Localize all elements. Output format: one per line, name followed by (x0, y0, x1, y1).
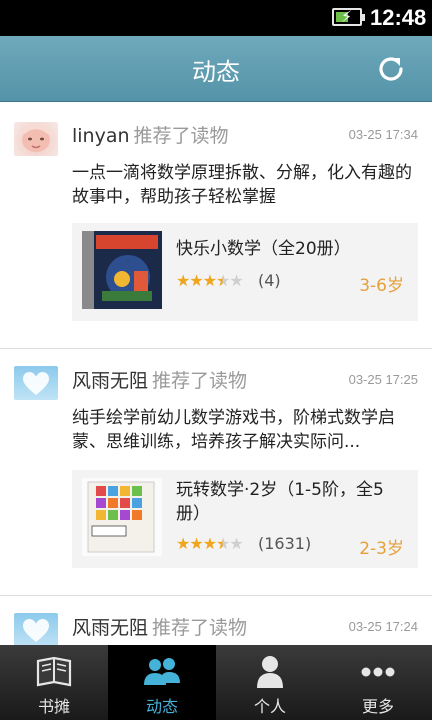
feed-item[interactable]: 风雨无阻 推荐了读物 03-25 17:24 (0, 597, 432, 645)
user-name-row: linyan 推荐了读物 (72, 121, 229, 148)
user-name-row: 风雨无阻 推荐了读物 (72, 366, 247, 393)
book-card[interactable]: 玩转数学·2岁（1-5阶，全5册） ★★★★★ (1631) 2-3岁 (72, 470, 418, 568)
empty-star-icon: ★ (229, 271, 243, 290)
rating-count: (1631) (258, 534, 312, 553)
battery-icon: ⚡ (332, 7, 365, 26)
tab-label: 更多 (361, 697, 394, 716)
star-icon: ★ (202, 534, 217, 553)
person-icon (257, 656, 283, 688)
book-card[interactable]: 快乐小数学（全20册） ★★★★★ (4) 3-6岁 (72, 223, 418, 321)
tab-activity[interactable]: 动态 (108, 645, 216, 720)
star-icon: ★ (189, 271, 203, 290)
status-bar: ⚡ 12:48 (0, 0, 432, 36)
feed-item[interactable]: 风雨无阻 推荐了读物 03-25 17:25 纯手绘学前幼儿数学游戏书，阶梯式数学… (0, 350, 432, 596)
book-title[interactable]: 快乐小数学（全20册） (176, 237, 396, 261)
user-name[interactable]: 风雨无阻 (72, 370, 148, 392)
action-text: 推荐了读物 (152, 617, 248, 639)
status-clock: 12:48 (370, 5, 427, 30)
user-name[interactable]: linyan (72, 125, 130, 147)
activity-feed[interactable]: linyan 推荐了读物 03-25 17:34 一点一滴将数学原理拆散、分解，化… (0, 103, 432, 645)
title-bar: 动态 (0, 36, 432, 102)
tab-profile[interactable]: 个人 (216, 645, 324, 720)
timestamp: 03-25 17:24 (348, 619, 418, 634)
baby-avatar-image (20, 123, 52, 152)
avatar[interactable] (14, 613, 58, 645)
book-title[interactable]: 玩转数学·2岁（1-5阶，全5册） (176, 478, 386, 526)
user-name-row: 风雨无阻 推荐了读物 (72, 613, 247, 640)
tab-bookstand[interactable]: 书摊 (0, 645, 108, 720)
timestamp: 03-25 17:25 (348, 372, 418, 387)
book-cover-image (82, 231, 162, 309)
recommendation-text: 一点一滴将数学原理拆散、分解，化入有趣的故事中，帮助孩子轻松掌握 (72, 163, 412, 207)
avatar[interactable] (14, 366, 58, 400)
more-icon (361, 667, 395, 677)
recommendation-text: 纯手绘学前幼儿数学游戏书，阶梯式数学启蒙、思维训练，培养孩子解决实际问... (72, 408, 395, 452)
star-icon: ★ (176, 271, 190, 290)
refresh-icon[interactable] (376, 54, 406, 84)
star-icon: ★ (176, 534, 190, 553)
bookstand-icon (36, 656, 72, 687)
age-range: 2-3岁 (359, 539, 404, 559)
action-text: 推荐了读物 (133, 125, 229, 147)
avatar[interactable] (14, 122, 58, 156)
star-icon: ★ (202, 271, 217, 290)
half-star-icon: ★ (216, 534, 230, 553)
timestamp: 03-25 17:34 (348, 127, 418, 142)
rating-stars: ★★★★★ (176, 271, 244, 290)
heart-icon (23, 619, 49, 642)
tab-label: 个人 (253, 697, 286, 716)
tab-label: 书摊 (37, 697, 70, 716)
rating-stars: ★★★★★ (176, 534, 244, 553)
heart-icon (23, 372, 49, 395)
star-icon: ★ (189, 534, 203, 553)
tab-more[interactable]: 更多 (324, 645, 432, 720)
tab-label: 动态 (145, 697, 178, 716)
empty-star-icon: ★ (229, 534, 243, 553)
people-icon (144, 658, 180, 685)
page-title: 动态 (192, 58, 240, 86)
user-name[interactable]: 风雨无阻 (72, 617, 148, 639)
book-cover-image (82, 478, 162, 556)
action-text: 推荐了读物 (152, 370, 248, 392)
rating-count: (4) (258, 271, 281, 290)
age-range: 3-6岁 (359, 276, 404, 296)
half-star-icon: ★ (216, 271, 230, 290)
bottom-nav: 书摊 动态 个人 更多 (0, 645, 432, 720)
charging-icon: ⚡ (341, 7, 353, 26)
feed-item[interactable]: linyan 推荐了读物 03-25 17:34 一点一滴将数学原理拆散、分解，化… (0, 103, 432, 349)
